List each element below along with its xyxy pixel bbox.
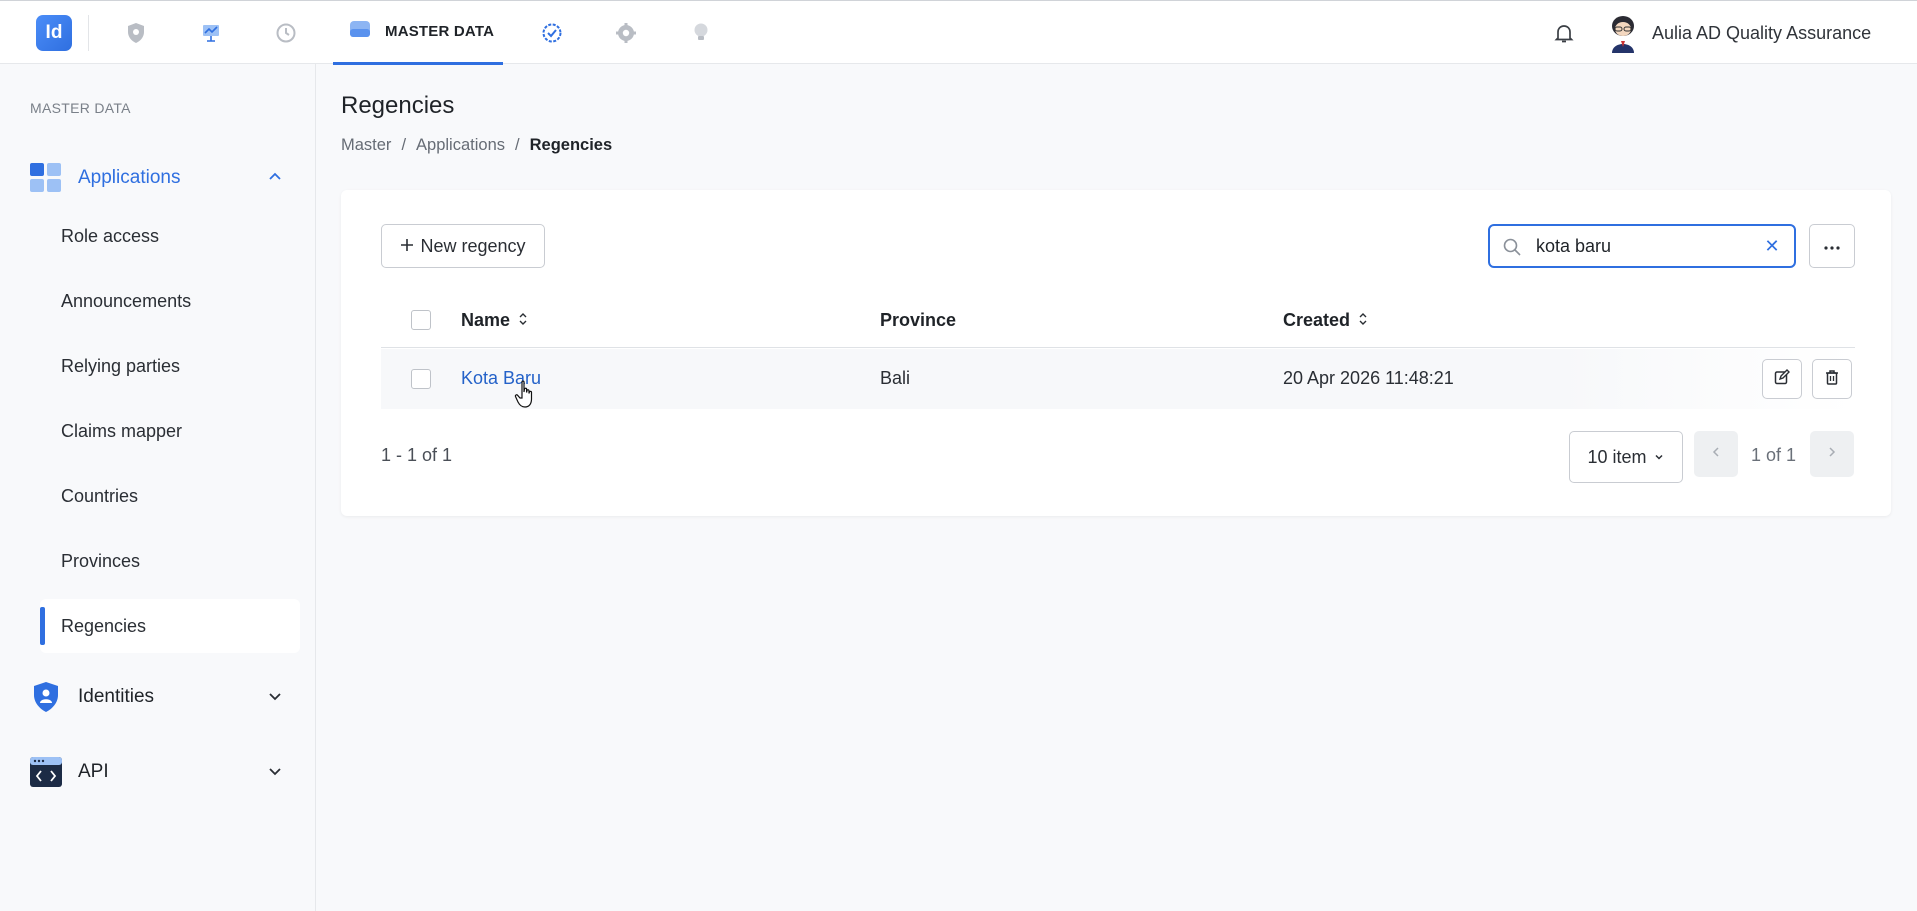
more-horizontal-icon [1824,237,1840,255]
regencies-card: New regency ✕ Name Province Created [341,190,1891,516]
column-header-created[interactable]: Created [1283,310,1368,331]
tab-master-data[interactable]: MASTER DATA [333,1,503,65]
lightbulb-icon[interactable] [687,19,715,47]
regency-province: Bali [880,368,911,388]
edit-button[interactable] [1762,359,1802,399]
sidebar-item-countries[interactable]: Countries [40,469,300,523]
sidebar-group-label: API [78,761,109,782]
per-page-value: 10 item [1587,446,1647,467]
user-name[interactable]: Aulia AD Quality Assurance [1652,23,1871,44]
table-row: Kota Baru Bali 20 Apr 2026 11:48:21 [381,349,1855,409]
logo-divider [88,15,89,51]
api-code-icon [30,757,62,787]
sort-icon[interactable] [1358,310,1368,331]
breadcrumb-separator: / [515,136,520,154]
chevron-down-icon[interactable] [266,762,284,780]
sidebar-item-provinces[interactable]: Provinces [40,534,300,588]
search-input[interactable] [1536,234,1746,258]
table-header: Name Province Created [381,292,1855,348]
sidebar-section-title: MASTER DATA [30,100,131,116]
chevron-down-icon[interactable] [266,687,284,705]
per-page-select[interactable]: 10 item [1569,431,1683,483]
plus-icon [400,236,414,257]
breadcrumb-master[interactable]: Master [341,136,391,155]
gear-icon[interactable] [612,19,640,47]
top-bar: Id MASTER DATA Aulia AD Quality Assuranc… [0,0,1917,65]
sort-icon[interactable] [518,310,528,331]
result-count: 1 - 1 of 1 [381,445,453,465]
search-icon [1502,237,1522,257]
sidebar-group-label: Identities [78,686,155,707]
row-checkbox[interactable] [411,369,431,389]
hand-cursor-icon [514,380,538,410]
column-header-created-label: Created [1283,310,1351,330]
edit-icon [1774,368,1790,390]
shield-icon[interactable] [122,19,150,47]
breadcrumb-separator: / [401,136,407,154]
breadcrumb-current: Regencies [529,136,613,154]
avatar[interactable] [1604,13,1642,53]
check-badge-icon[interactable] [538,19,566,47]
sidebar-item-regencies[interactable]: Regencies [40,599,300,653]
select-all-checkbox[interactable] [411,310,431,330]
sidebar: MASTER DATA Applications Role access Ann… [0,64,316,911]
sidebar-item-announcements[interactable]: Announcements [40,274,300,328]
history-clock-icon[interactable] [272,19,300,47]
more-options-button[interactable] [1809,224,1855,268]
column-header-name[interactable]: Name [461,310,528,331]
search-box[interactable]: ✕ [1488,224,1796,268]
breadcrumb: Master / Applications / Regencies [341,136,612,155]
trash-icon [1824,369,1840,390]
chevron-up-icon[interactable] [266,168,284,186]
sidebar-item-relying-parties[interactable]: Relying parties [40,339,300,393]
sidebar-group-label: Applications [78,167,181,188]
breadcrumb-applications[interactable]: Applications [416,136,505,155]
page-indicator: 1 of 1 [1751,445,1797,465]
prev-page-button[interactable] [1694,431,1738,477]
delete-button[interactable] [1812,359,1852,399]
new-regency-button[interactable]: New regency [381,224,545,268]
sidebar-item-role-access[interactable]: Role access [40,209,300,263]
page-title: Regencies [341,92,455,119]
database-icon [349,19,371,44]
chevron-right-icon [1827,445,1837,463]
identity-shield-icon [30,682,62,712]
chevron-left-icon [1711,445,1721,463]
applications-grid-icon [30,163,62,193]
tab-master-data-label: MASTER DATA [385,23,495,40]
sidebar-group-identities[interactable]: Identities [0,671,316,721]
bell-icon[interactable] [1552,21,1576,45]
regency-created: 20 Apr 2026 11:48:21 [1283,368,1454,388]
app-logo[interactable]: Id [36,15,72,51]
sidebar-group-applications[interactable]: Applications [0,152,316,202]
chevron-down-icon [1653,447,1665,468]
dashboard-chart-icon[interactable] [197,19,225,47]
sidebar-item-claims-mapper[interactable]: Claims mapper [40,404,300,458]
sidebar-group-api[interactable]: API [0,746,316,796]
next-page-button[interactable] [1810,431,1854,477]
close-icon[interactable]: ✕ [1762,236,1782,256]
column-header-province: Province [880,310,957,330]
new-regency-label: New regency [420,235,526,256]
column-header-name-label: Name [461,310,511,330]
